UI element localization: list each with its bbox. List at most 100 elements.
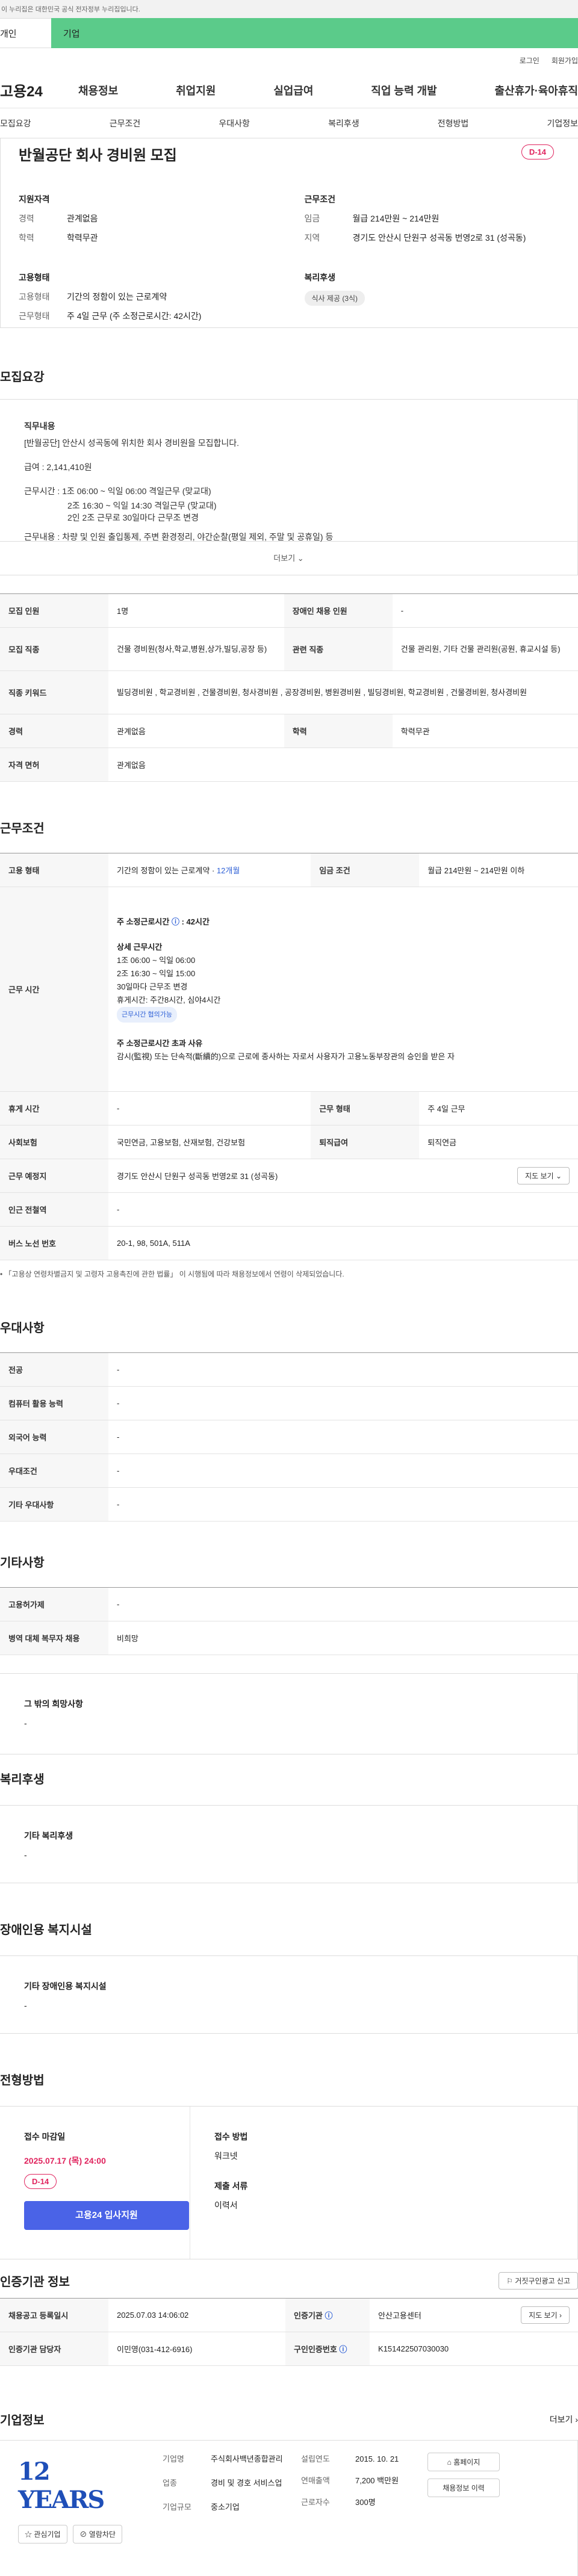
summary-conditions: 근무조건 임금 월급 214만원 ~ 214만원 지역 경기도 안산시 단원구 성곡… bbox=[304, 194, 526, 243]
summary-welfare: 복리후생 식사 제공 (3식) bbox=[304, 271, 578, 329]
table-row: 직종 키워드 빌딩경비원 , 학교경비원 , 건물경비원, 청사경비원 , 공장경… bbox=[0, 670, 578, 714]
tab-business[interactable]: 기업 bbox=[51, 18, 578, 48]
pref-section: 우대사항 전공 - 컴퓨터 활용 능력 - 외국어 능력 - 우대조건 - 기타 우대사… bbox=[0, 1318, 578, 1522]
interest-company-button[interactable]: ☆ 관심기업 bbox=[18, 2525, 67, 2543]
job-description-box: 직무내용 [반월공단] 안산시 성곡동에 위치한 회사 경비원을 모집합니다. … bbox=[0, 399, 578, 575]
global-nav: 고용24 채용정보 취업지원 실업급여 직업 능력 개발 출산휴가·육아휴직 bbox=[0, 72, 578, 108]
screening-dday: D-14 bbox=[24, 2174, 57, 2189]
age-notice: • 「고용상 연령차별금지 및 고령자 고용촉진에 관한 법률」 이 시행됨에 … bbox=[0, 1270, 344, 1278]
cert-section: 인증기관 정보 ⚐ 거짓구인광고 신고 채용공고 등록일시 2025.07.03 … bbox=[0, 2272, 578, 2366]
etc-section: 기타사항 고용허가제 - 병역 대체 복무자 채용 비희망 그 밖의 희망사항 - bbox=[0, 1553, 578, 1754]
info-icon[interactable]: ⓘ bbox=[325, 2311, 333, 2320]
table-row: 모집 인원 1명 장애인 채용 인원 - bbox=[0, 593, 578, 628]
chevron-down-icon: ⌄ bbox=[555, 1172, 562, 1180]
recruit-title: 모집요강 bbox=[0, 371, 45, 384]
disabled-section: 장애인용 복지시설 기타 장애인용 복지시설 - bbox=[0, 1920, 578, 2034]
table-row: 외국어 능력 - bbox=[0, 1420, 578, 1454]
section-anchor-nav: 모집요강 근무조건 우대사항 복리후생 전형방법 기업정보 bbox=[0, 108, 578, 138]
util-links: 로그인 회원가입 bbox=[0, 48, 578, 72]
info-icon[interactable]: ⓘ bbox=[172, 917, 179, 926]
etc-title: 기타사항 bbox=[0, 1556, 45, 1570]
welfare-title: 복리후생 bbox=[0, 1773, 45, 1786]
map-button[interactable]: 지도 보기 ⌄ bbox=[517, 1167, 570, 1184]
screening-title: 전형방법 bbox=[0, 2074, 45, 2087]
anchor-recruit[interactable]: 모집요강 bbox=[0, 117, 31, 129]
hope-card: 그 밖의 희망사항 - bbox=[0, 1673, 578, 1754]
etc-table: 고용허가제 - 병역 대체 복무자 채용 비희망 bbox=[0, 1587, 578, 1655]
gnb-item-unemployment-benefit[interactable]: 실업급여 bbox=[273, 82, 313, 98]
gnb-item-jobs[interactable]: 채용정보 bbox=[78, 82, 118, 98]
gnb-item-employment-support[interactable]: 취업지원 bbox=[176, 82, 216, 98]
signup-link[interactable]: 회원가입 bbox=[552, 55, 578, 66]
welfare-pill: 식사 제공 (3식) bbox=[304, 291, 365, 306]
company-logo: 12 YEARS bbox=[18, 2457, 105, 2514]
pref-title: 우대사항 bbox=[0, 1322, 45, 1335]
table-row: 채용공고 등록일시 2025.07.03 14:06:02 인증기관 ⓘ 안산고용… bbox=[0, 2298, 578, 2332]
table-row: 버스 노선 번호 20-1, 98, 501A, 511A bbox=[0, 1226, 578, 1260]
screening-section: 전형방법 접수 마감일 2025.07.17 (목) 24:00 D-14 고용… bbox=[0, 2070, 578, 2259]
table-row: 경력 관계없음 학력 학력무관 bbox=[0, 714, 578, 748]
user-type-tabs: 개인 기업 bbox=[0, 18, 578, 48]
table-row: 모집 직종 건물 경비원(청사,학교,병원,상가,빌딩,공장 등) 관련 직종 건물… bbox=[0, 627, 578, 671]
apply-button[interactable]: 고용24 입사지원 bbox=[24, 2201, 189, 2230]
table-row: 고용 형태 기간의 정함이 있는 근로계약 · 12개월 임금 조건 월급 21… bbox=[0, 853, 578, 887]
welfare-section: 복리후생 기타 복리후생 - bbox=[0, 1769, 578, 1883]
chevron-right-icon: › bbox=[559, 2311, 562, 2320]
table-row: 인근 전철역 - bbox=[0, 1192, 578, 1227]
job-summary-card: 반월공단 회사 경비원 모집 D-14 지원자격 경력 관계없음 학력 학력무관 근… bbox=[0, 138, 578, 328]
gnb-item-vocational-training[interactable]: 직업 능력 개발 bbox=[371, 82, 437, 98]
home-icon: ⌂ bbox=[447, 2458, 452, 2466]
chevron-down-icon: ⌄ bbox=[297, 554, 304, 563]
block-view-button[interactable]: ⊘ 열람차단 bbox=[73, 2525, 122, 2543]
anchor-welfare[interactable]: 복리후생 bbox=[328, 117, 359, 129]
table-row: 근무 시간 주 소정근로시간 ⓘ : 42시간 상세 근무시간 1조 06:00… bbox=[0, 887, 578, 1092]
site-logo[interactable]: 고용24 bbox=[0, 79, 72, 101]
pref-table: 전공 - 컴퓨터 활용 능력 - 외국어 능력 - 우대조건 - 기타 우대사항 - bbox=[0, 1352, 578, 1522]
recruit-table: 모집 인원 1명 장애인 채용 인원 - 모집 직종 건물 경비원(청사,학교,병원,… bbox=[0, 593, 578, 782]
chevron-right-icon: › bbox=[575, 2414, 578, 2424]
table-row: 사회보험 국민연금, 고용보험, 산재보험, 건강보험 퇴직급여 퇴직연금 bbox=[0, 1125, 578, 1159]
summary-qualification: 지원자격 경력 관계없음 학력 학력무관 bbox=[19, 194, 98, 243]
welfare-card: 기타 복리후생 - bbox=[0, 1805, 578, 1883]
login-link[interactable]: 로그인 bbox=[520, 55, 539, 66]
work-title: 근무조건 bbox=[0, 822, 45, 835]
company-section: 기업정보 더보기 › 12 YEARS ☆ 관심기업 ⊘ 열람차단 기업명 주식회… bbox=[0, 2410, 578, 2576]
anchor-work[interactable]: 근무조건 bbox=[110, 117, 141, 129]
company-more-link[interactable]: 더보기 › bbox=[550, 2413, 578, 2426]
shift-tag: 근무시간 협의가능 bbox=[117, 1006, 178, 1023]
job-title: 반월공단 회사 경비원 모집 bbox=[19, 147, 177, 164]
table-row: 휴게 시간 - 근무 형태 주 4일 근무 bbox=[0, 1091, 578, 1125]
company-card: 12 YEARS ☆ 관심기업 ⊘ 열람차단 기업명 주식회사백년종합관리 업종 경… bbox=[0, 2440, 578, 2576]
table-row: 컴퓨터 활용 능력 - bbox=[0, 1386, 578, 1420]
more-button[interactable]: 더보기 ⌄ bbox=[0, 541, 577, 575]
work-section: 근무조건 고용 형태 기간의 정함이 있는 근로계약 · 12개월 임금 조건 … bbox=[0, 819, 578, 1279]
table-row: 병역 대체 복무자 채용 비희망 bbox=[0, 1621, 578, 1655]
tab-person[interactable]: 개인 bbox=[0, 18, 51, 48]
gnb-item-parental-leave[interactable]: 출산휴가·육아휴직 bbox=[495, 82, 578, 98]
table-row: 고용허가제 - bbox=[0, 1587, 578, 1621]
company-title: 기업정보 bbox=[0, 2414, 45, 2427]
anchor-screening[interactable]: 전형방법 bbox=[438, 117, 469, 129]
anchor-company[interactable]: 기업정보 bbox=[547, 117, 578, 129]
disabled-title: 장애인용 복지시설 bbox=[0, 1924, 92, 1937]
report-icon: ⚐ bbox=[506, 2277, 513, 2285]
star-icon: ☆ bbox=[25, 2530, 33, 2539]
table-row: 우대조건 - bbox=[0, 1454, 578, 1488]
cert-table: 채용공고 등록일시 2025.07.03 14:06:02 인증기관 ⓘ 안산고용… bbox=[0, 2298, 578, 2366]
table-row: 인증기관 담당자 이민영(031-412-6916) 구인인증번호 ⓘ K1514… bbox=[0, 2332, 578, 2366]
report-button[interactable]: ⚐ 거짓구인광고 신고 bbox=[499, 2272, 578, 2290]
screening-box: 접수 마감일 2025.07.17 (목) 24:00 D-14 고용24 입사… bbox=[0, 2106, 578, 2259]
cert-map-button[interactable]: 지도 보기 › bbox=[521, 2306, 570, 2324]
info-icon[interactable]: ⓘ bbox=[339, 2345, 347, 2354]
anchor-pref[interactable]: 우대사항 bbox=[219, 117, 250, 129]
dday-badge: D-14 bbox=[521, 144, 554, 159]
table-row: 전공 - bbox=[0, 1352, 578, 1387]
gnb-menu: 채용정보 취업지원 실업급여 직업 능력 개발 출산휴가·육아휴직 bbox=[72, 82, 578, 98]
cert-title: 인증기관 정보 bbox=[0, 2276, 70, 2289]
block-icon: ⊘ bbox=[79, 2530, 87, 2539]
table-row: 자격 면허 관계없음 bbox=[0, 748, 578, 782]
gov-banner: 이 누리집은 대한민국 공식 전자정부 누리집입니다. bbox=[0, 0, 578, 18]
hiring-history-button[interactable]: 채용정보 이력 bbox=[427, 2478, 500, 2497]
disabled-card: 기타 장애인용 복지시설 - bbox=[0, 1955, 578, 2034]
homepage-button[interactable]: ⌂ 홈페이지 bbox=[427, 2453, 500, 2471]
